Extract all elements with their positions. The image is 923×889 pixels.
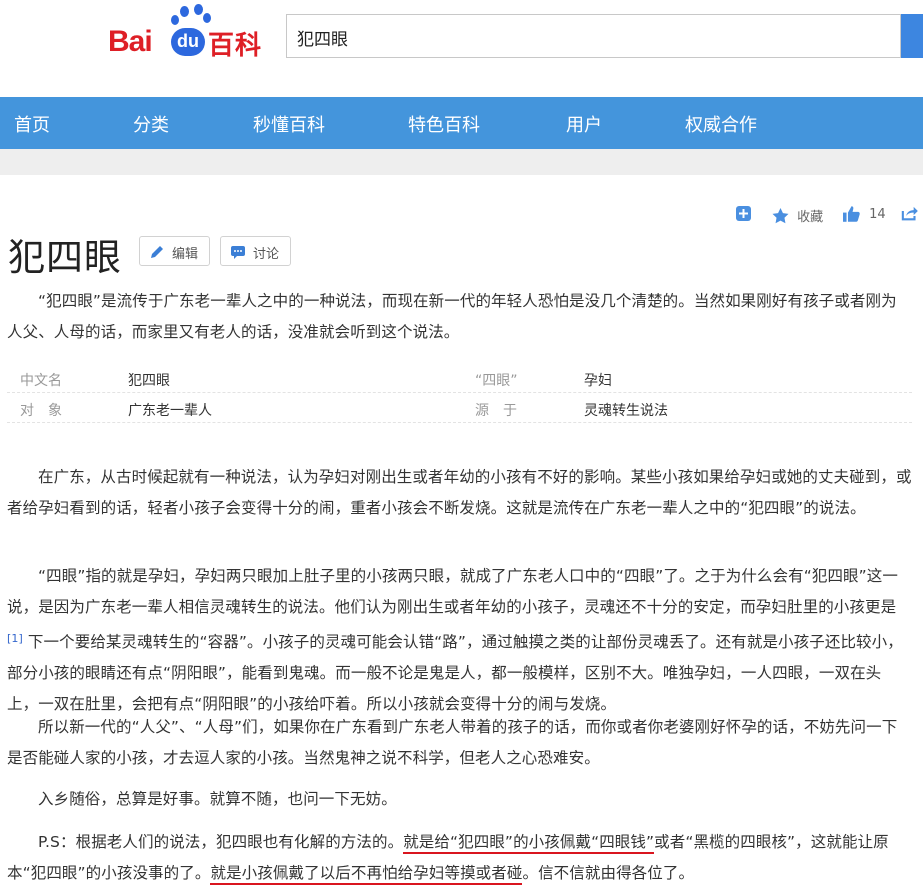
search-input[interactable]: 犯四眼 — [286, 14, 901, 58]
nav-item-authority[interactable]: 权威合作 — [685, 111, 757, 137]
body-paragraph-1: 在广东，从古时候起就有一种说法，认为孕妇对刚出生或者年幼的小孩有不好的影响。某些… — [7, 468, 912, 517]
add-icon — [736, 206, 751, 221]
nav-item-users[interactable]: 用户 — [566, 111, 602, 137]
body-paragraph-2: “四眼”指的就是孕妇，孕妇两只眼加上肚子里的小孩两只眼，就成了广东老人口中的“四… — [7, 561, 912, 720]
share-icon — [901, 206, 918, 221]
infobox-row: 对 象 广东老一辈人 源 于 灵魂转生说法 — [7, 396, 912, 423]
star-icon — [772, 207, 789, 223]
infobox-key: 中文名 — [20, 373, 62, 389]
infobox-value: 犯四眼 — [128, 373, 170, 389]
nav-item-second-baike[interactable]: 秒懂百科 — [253, 111, 325, 137]
reference-link[interactable]: [1] — [7, 632, 23, 645]
main-nav: 首页 分类 秒懂百科 特色百科 用户 权威合作 — [0, 97, 923, 149]
summary-paragraph: “犯四眼”是流传于广东老一辈人之中的一种说法，而现在新一代的年轻人恐怕是没几个清… — [7, 292, 897, 341]
like-count: 14 — [869, 206, 886, 222]
pencil-icon — [151, 246, 163, 258]
paw-toe — [171, 15, 179, 25]
edit-label: 编辑 — [172, 247, 199, 262]
body-paragraph-4: 入乡随俗，总算是好事。就算不随，也问一下无妨。 — [38, 790, 397, 808]
infobox-key: 源 于 — [475, 403, 517, 419]
search-input-value: 犯四眼 — [297, 30, 348, 50]
paragraph-text: 下一个要给某灵魂转生的“容器”。小孩子的灵魂可能会认错“路”，通过触摸之类的让部… — [7, 633, 903, 713]
paw-toe — [203, 13, 211, 23]
infobox-key: 对 象 — [20, 403, 62, 419]
paw-toe — [194, 4, 203, 15]
edit-button[interactable]: 编辑 — [139, 236, 210, 266]
thumbs-up-icon — [843, 206, 860, 222]
logo-baike-text: 百科 — [208, 31, 263, 61]
nav-item-home[interactable]: 首页 — [14, 111, 50, 137]
paragraph-text: P.S：根据老人们的说法，犯四眼也有化解的方法的。 — [38, 833, 404, 851]
infobox: 中文名 犯四眼 “四眼” 孕妇 对 象 广东老一辈人 源 于 灵魂转生说法 — [0, 366, 912, 424]
infobox-value: 孕妇 — [584, 373, 612, 389]
highlighted-remedy-text: 就是给“犯四眼”的小孩佩戴“四眼钱” — [403, 833, 655, 854]
infobox-row: 中文名 犯四眼 “四眼” 孕妇 — [7, 366, 912, 393]
infobox-key: “四眼” — [475, 373, 518, 389]
paw-toe — [180, 6, 189, 17]
logo-bai-text: Bai — [108, 25, 153, 58]
discuss-button[interactable]: 讨论 — [220, 236, 291, 266]
like-button[interactable]: 14 — [843, 206, 886, 226]
search-button[interactable] — [901, 14, 923, 58]
nav-item-category[interactable]: 分类 — [133, 111, 169, 137]
infobox-value: 广东老一辈人 — [128, 403, 212, 419]
highlighted-remedy-text: 就是小孩佩戴了以后不再怕给孕妇等摸或者碰 — [210, 864, 523, 885]
nav-item-featured[interactable]: 特色百科 — [408, 111, 480, 137]
sub-bar — [0, 149, 923, 175]
paragraph-text: 。信不信就由得各位了。 — [522, 864, 695, 882]
page-title: 犯四眼 — [8, 236, 122, 279]
discuss-label: 讨论 — [253, 247, 280, 262]
add-button[interactable] — [736, 206, 751, 226]
body-paragraph-5: P.S：根据老人们的说法，犯四眼也有化解的方法的。就是给“犯四眼”的小孩佩戴“四… — [7, 827, 912, 889]
favorite-label: 收藏 — [797, 210, 824, 225]
baidu-baike-logo[interactable]: Bai du 百科 — [108, 4, 268, 61]
chat-bubble-icon — [231, 246, 245, 259]
share-button[interactable] — [901, 206, 918, 226]
favorite-button[interactable]: 收藏 — [772, 206, 823, 226]
infobox-value: 灵魂转生说法 — [584, 403, 668, 419]
body-paragraph-3: 所以新一代的“人父”、“人母”们，如果你在广东看到广东老人带着的孩子的话，而你或… — [7, 718, 898, 767]
paragraph-text: “四眼”指的就是孕妇，孕妇两只眼加上肚子里的小孩两只眼，就成了广东老人口中的“四… — [7, 567, 898, 616]
logo-du-badge: du — [171, 28, 205, 56]
